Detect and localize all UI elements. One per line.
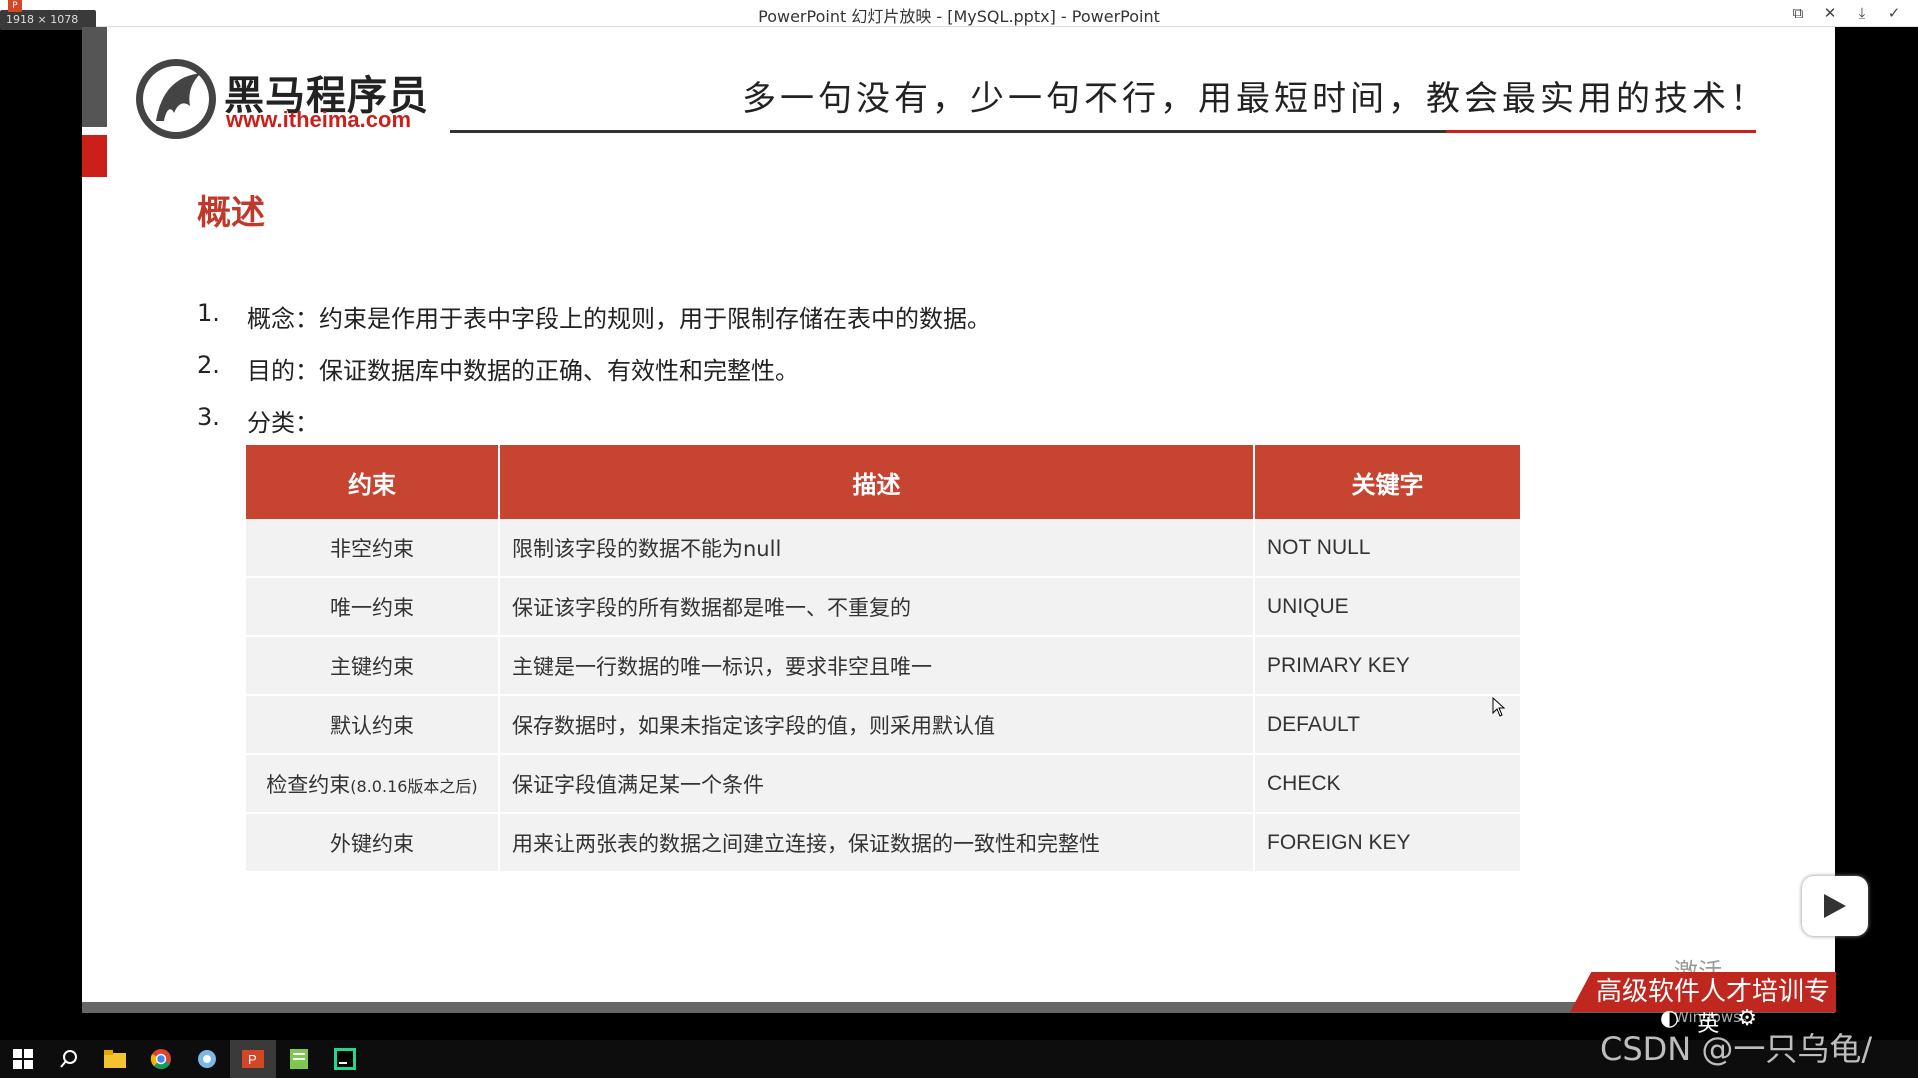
file-explorer-icon[interactable]	[92, 1040, 138, 1078]
constraint-keyword: NOT NULL	[1254, 519, 1520, 578]
svg-text:P: P	[248, 1052, 257, 1067]
constraint-keyword: UNIQUE	[1254, 577, 1520, 637]
version-note: (8.0.16版本之后)	[350, 776, 478, 796]
mouse-cursor-icon	[1492, 697, 1506, 717]
constraint-keyword: PRIMARY KEY	[1254, 636, 1520, 696]
datagrip-icon[interactable]	[322, 1040, 368, 1078]
constraint-name: 检查约束(8.0.16版本之后)	[246, 754, 500, 814]
brand-url: www.itheima.com	[226, 107, 412, 132]
column-header: 约束	[246, 445, 500, 519]
constraint-name: 主键约束	[246, 636, 500, 696]
table-header-row: 约束 描述 关键字	[246, 445, 1520, 519]
csdn-watermark: CSDN @一只乌龟/	[1600, 1030, 1873, 1068]
table-row: 主键约束 主键是一行数据的唯一标识，要求非空且唯一 PRIMARY KEY	[246, 636, 1520, 696]
table-row: 默认约束 保存数据时，如果未指定该字段的值，则采用默认值 DEFAULT	[246, 695, 1520, 755]
constraint-keyword: DEFAULT	[1254, 695, 1520, 755]
constraint-name: 默认约束	[246, 695, 500, 755]
constraint-desc: 限制该字段的数据不能为null	[499, 519, 1255, 578]
constraint-name: 唯一约束	[246, 577, 500, 637]
window-title: PowerPoint 幻灯片放映 - [MySQL.pptx] - PowerP…	[758, 7, 1160, 26]
points-list: 1. 概念：约束是作用于表中字段上的规则，用于限制存储在表中的数据。 2. 目的…	[197, 299, 991, 455]
slogan: 多一句没有，少一句不行，用最短时间，教会最实用的技术！	[742, 79, 1768, 119]
column-header: 关键字	[1254, 445, 1520, 519]
constraint-desc: 用来让两张表的数据之间建立连接，保证数据的一致性和完整性	[499, 813, 1255, 873]
download-icon[interactable]: ⤓	[1852, 4, 1872, 22]
powerpoint-icon[interactable]: P	[230, 1040, 276, 1078]
slide-heading: 概述	[197, 193, 265, 233]
check-icon[interactable]: ✓	[1884, 4, 1904, 22]
constraint-desc: 保证字段值满足某一个条件	[499, 754, 1255, 814]
app-icon[interactable]	[184, 1040, 230, 1078]
windows-start-icon[interactable]	[0, 1040, 46, 1078]
constraint-desc: 主键是一行数据的唯一标识，要求非空且唯一	[499, 636, 1255, 696]
slide: 黑马程序员 www.itheima.com 多一句没有，少一句不行，用最短时间，…	[82, 27, 1836, 1026]
column-header: 描述	[499, 445, 1255, 519]
constraint-desc: 保存数据时，如果未指定该字段的值，则采用默认值	[499, 695, 1255, 755]
search-icon[interactable]	[46, 1040, 92, 1078]
restore-icon[interactable]: ⧉	[1788, 4, 1808, 22]
constraint-keyword: FOREIGN KEY	[1254, 813, 1520, 873]
notepad-icon[interactable]	[276, 1040, 322, 1078]
table-row: 检查约束(8.0.16版本之后) 保证字段值满足某一个条件 CHECK	[246, 754, 1520, 814]
play-icon	[1824, 894, 1846, 918]
chrome-icon[interactable]	[138, 1040, 184, 1078]
left-accent-bar-red	[82, 135, 107, 177]
constraint-name: 非空约束	[246, 519, 500, 578]
horse-logo-icon	[136, 59, 216, 139]
left-accent-bar	[82, 27, 107, 127]
header-divider-accent	[1446, 130, 1756, 133]
constraint-name: 外键约束	[246, 813, 500, 873]
list-item: 1. 概念：约束是作用于表中字段上的规则，用于限制存储在表中的数据。	[197, 299, 991, 333]
table-row: 非空约束 限制该字段的数据不能为null NOT NULL	[246, 519, 1520, 578]
header-divider	[450, 130, 1590, 133]
constraints-table: 约束 描述 关键字 非空约束 限制该字段的数据不能为null NOT NULL …	[246, 445, 1520, 873]
table-row: 外键约束 用来让两张表的数据之间建立连接，保证数据的一致性和完整性 FOREIG…	[246, 813, 1520, 873]
table-row: 唯一约束 保证该字段的所有数据都是唯一、不重复的 UNIQUE	[246, 577, 1520, 637]
video-play-button[interactable]	[1802, 876, 1868, 936]
window-titlebar: 1918 × 1078 P PowerPoint 幻灯片放映 - [MySQL.…	[0, 0, 1918, 30]
list-item: 2. 目的：保证数据库中数据的正确、有效性和完整性。	[197, 351, 799, 385]
constraint-desc: 保证该字段的所有数据都是唯一、不重复的	[499, 577, 1255, 637]
close-icon[interactable]: ✕	[1820, 4, 1840, 22]
constraint-keyword: CHECK	[1254, 754, 1520, 814]
